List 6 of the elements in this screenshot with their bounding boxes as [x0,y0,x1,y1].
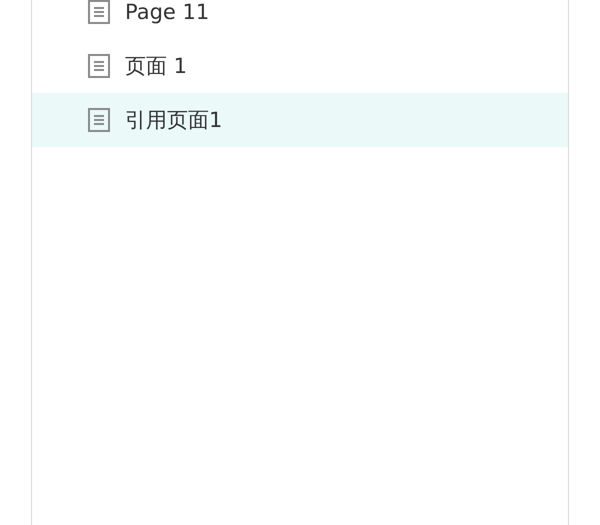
page-item[interactable]: 引用页面1 [32,93,568,147]
page-item[interactable]: 页面 1 [32,39,568,93]
page-item[interactable]: Page 11 [32,0,568,39]
document-icon [88,0,110,24]
document-icon [88,108,110,132]
document-icon [88,54,110,78]
